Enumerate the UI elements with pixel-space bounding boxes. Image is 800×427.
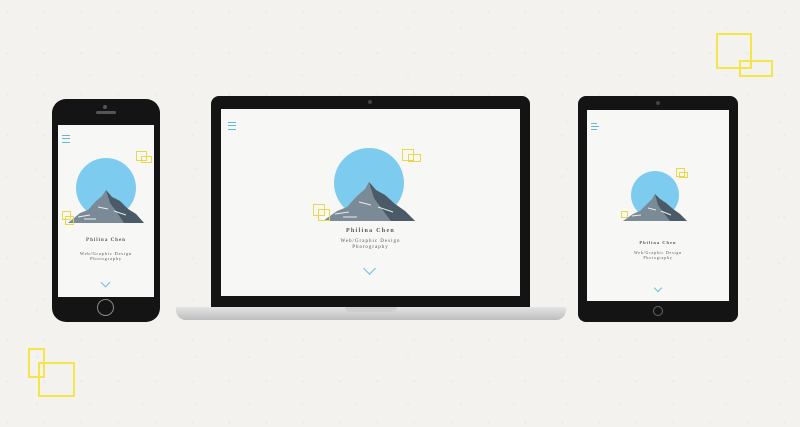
decor-square-top-right-2	[739, 60, 773, 77]
site-tagline: Web/Graphic Design	[340, 239, 401, 244]
site-name: Philina Chen	[345, 228, 396, 234]
phone-home-button[interactable]	[97, 299, 114, 316]
site-subtitle: Photography	[90, 256, 122, 261]
laptop-mockup: Philina Chen Web/Graphic Design Photogra…	[211, 96, 530, 308]
site-name: Philina Chen	[86, 238, 126, 243]
phone-camera	[103, 105, 107, 109]
laptop-notch	[345, 307, 397, 312]
tablet-screen: Philina Chen Web/Graphic Design Photogra…	[587, 110, 729, 301]
site-subtitle: Photography	[352, 245, 389, 250]
tablet-camera	[656, 101, 660, 105]
chevron-down-icon[interactable]	[363, 262, 376, 275]
tablet-mockup: Philina Chen Web/Graphic Design Photogra…	[578, 96, 738, 322]
decor-square	[679, 172, 688, 178]
chevron-down-icon[interactable]	[653, 283, 663, 293]
hamburger-icon[interactable]	[62, 135, 70, 143]
decor-square	[318, 209, 330, 221]
site-subtitle: Photography	[643, 255, 673, 260]
hamburger-icon[interactable]	[228, 122, 236, 130]
hamburger-icon[interactable]	[591, 123, 599, 130]
mountain-icon	[623, 194, 687, 221]
phone-screen: Philina Chen Web/Graphic Design Photogra…	[58, 125, 154, 297]
decor-square	[408, 154, 421, 162]
phone-mockup: Philina Chen Web/Graphic Design Photogra…	[52, 99, 160, 322]
laptop-screen: Philina Chen Web/Graphic Design Photogra…	[221, 109, 520, 296]
decor-square-bottom-left-2	[38, 362, 75, 397]
phone-speaker	[96, 111, 116, 114]
tablet-home-button[interactable]	[653, 306, 663, 316]
site-name: Philina Chen	[639, 240, 677, 245]
chevron-down-icon[interactable]	[100, 277, 111, 288]
mountain-icon	[323, 182, 415, 221]
decor-square	[621, 211, 628, 218]
mountain-icon	[68, 190, 144, 223]
decor-square	[141, 156, 152, 163]
laptop-camera	[368, 100, 372, 104]
decor-square	[65, 216, 74, 225]
